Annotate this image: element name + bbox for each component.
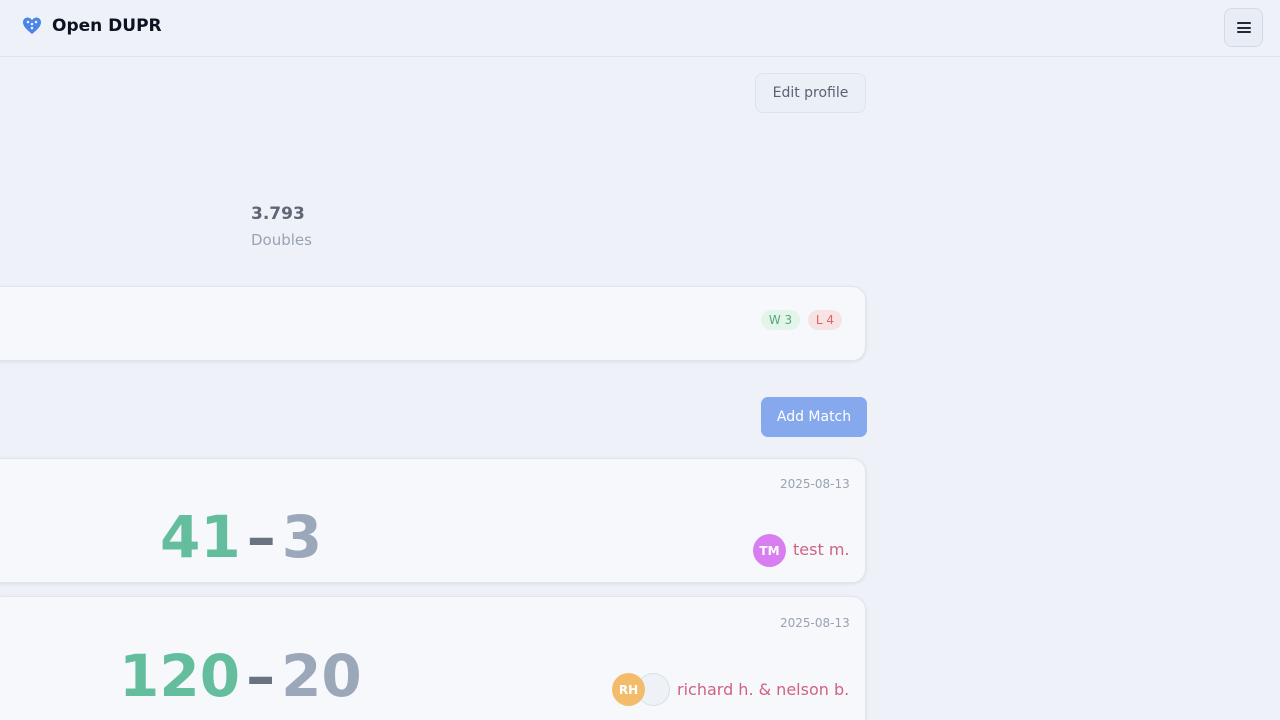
match-date: 2025-08-13: [780, 477, 850, 491]
score-for: 120: [119, 642, 241, 710]
pickleball-heart-icon: [22, 16, 42, 36]
edit-profile-button[interactable]: Edit profile: [755, 73, 866, 113]
losses-badge: L 4: [808, 310, 842, 330]
opponent-names: richard h. & nelson b.: [677, 680, 850, 699]
score-for: 41: [160, 503, 241, 571]
opponent-names: test m.: [793, 540, 850, 559]
score-dash: –: [246, 503, 276, 571]
record-card: [0, 286, 866, 361]
menu-button[interactable]: [1224, 8, 1263, 47]
avatar: RH: [612, 673, 645, 706]
doubles-rating-value: 3.793: [251, 204, 305, 224]
match-score: 120 – 20: [119, 647, 362, 705]
match-date: 2025-08-13: [780, 616, 850, 630]
top-navigation-bar: Open DUPR: [0, 0, 1280, 57]
hamburger-menu-icon: [1236, 22, 1251, 33]
avatar: TM: [753, 534, 786, 567]
app-title: Open DUPR: [52, 16, 162, 36]
match-score: 41 – 3: [160, 508, 322, 566]
score-against: 3: [281, 503, 323, 571]
score-dash: –: [246, 642, 276, 710]
doubles-rating-label: Doubles: [251, 231, 312, 249]
match-card[interactable]: [0, 458, 866, 583]
score-against: 20: [281, 642, 362, 710]
brand-home-link[interactable]: Open DUPR: [22, 16, 162, 36]
add-match-button[interactable]: Add Match: [761, 397, 867, 437]
wins-badge: W 3: [761, 310, 800, 330]
